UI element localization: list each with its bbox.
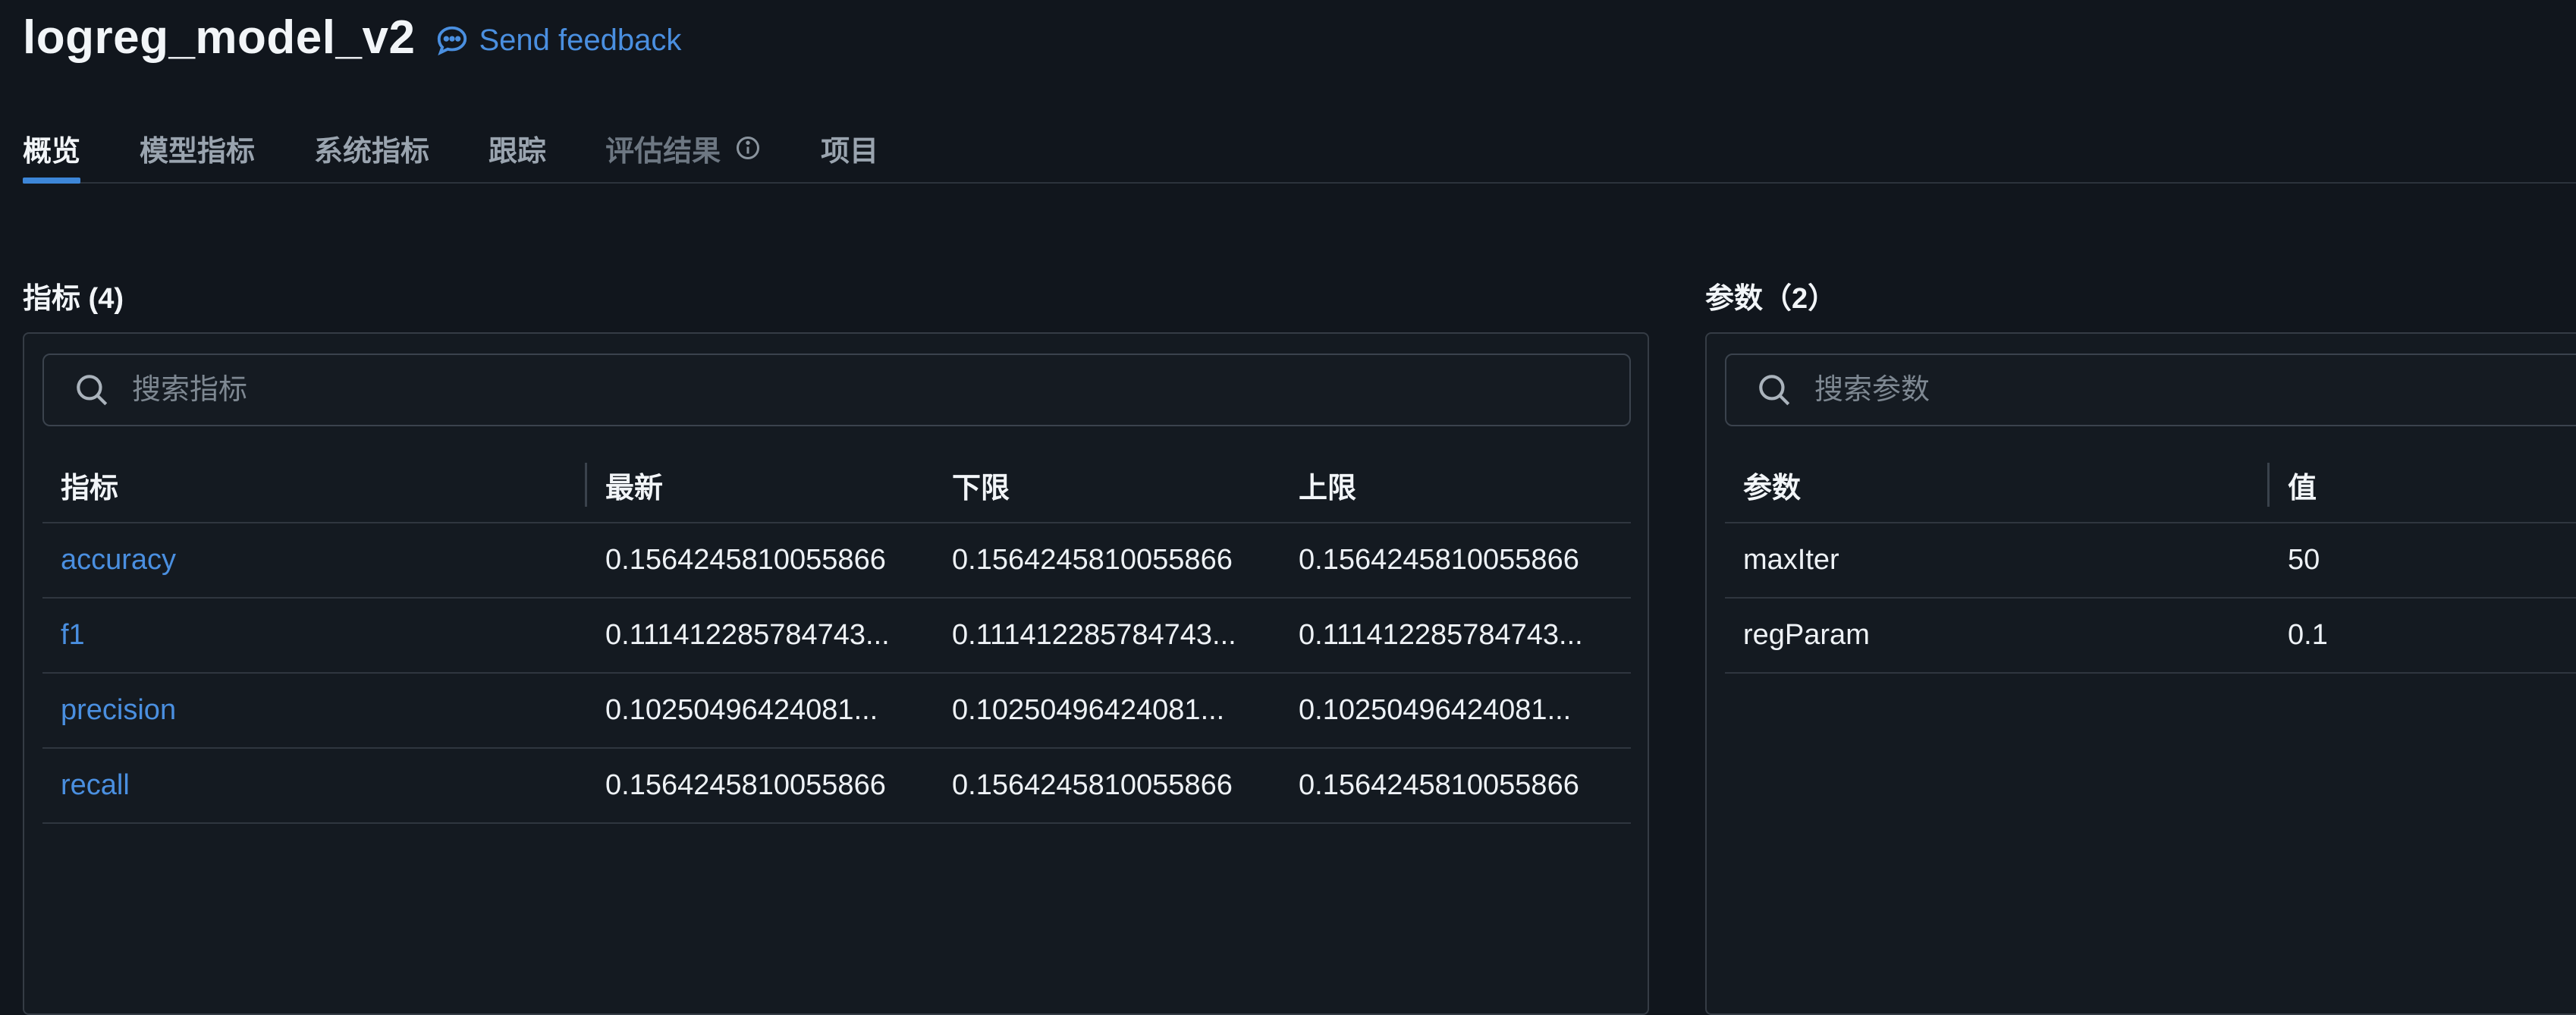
table-row: precision 0.10250496424081... 0.10250496… (42, 674, 1631, 749)
send-feedback-label: Send feedback (479, 24, 682, 57)
params-table-header: 参数 值 (1725, 448, 2576, 523)
metrics-search-input[interactable] (130, 372, 1399, 407)
params-section-title: 参数（2） (1705, 283, 1837, 315)
metric-min-value: 0.111412285784743... (952, 619, 1236, 651)
param-value: 50 (2288, 544, 2320, 576)
params-panel: 参数 值 maxIter 50 regParam 0.1 (1705, 332, 2576, 1015)
metric-max-value: 0.10250496424081... (1299, 694, 1572, 726)
metric-link-recall[interactable]: recall (42, 769, 587, 802)
table-row: regParam 0.1 (1725, 599, 2576, 674)
tab-bar: 概览 模型指标 系统指标 跟踪 评估结果 项目 (23, 114, 2576, 184)
metric-latest-value: 0.1564245810055866 (605, 544, 886, 576)
search-icon (77, 375, 108, 406)
metric-min-value: 0.1564245810055866 (952, 544, 1233, 576)
page-header: logreg_model_v2 Send feedback (23, 11, 681, 64)
search-icon (1759, 375, 1790, 406)
table-row: f1 0.111412285784743... 0.11141228578474… (42, 599, 1631, 674)
tab-overview[interactable]: 概览 (23, 114, 81, 184)
metric-min-value: 0.1564245810055866 (952, 769, 1233, 801)
chat-bubble-icon (438, 26, 467, 55)
metric-link-precision[interactable]: precision (42, 694, 587, 727)
metric-max-value: 0.111412285784743... (1299, 619, 1583, 651)
metric-min-value: 0.10250496424081... (952, 694, 1225, 726)
table-row: accuracy 0.1564245810055866 0.1564245810… (42, 523, 1631, 599)
column-header-min[interactable]: 下限 (934, 448, 1280, 522)
metrics-search-box[interactable] (42, 354, 1631, 426)
tab-model-metrics[interactable]: 模型指标 (140, 114, 255, 182)
metric-link-accuracy[interactable]: accuracy (42, 544, 587, 577)
param-name: regParam (1743, 619, 1870, 651)
params-search-box[interactable] (1725, 354, 2576, 426)
metrics-section-title: 指标 (4) (23, 283, 124, 315)
params-search-input[interactable] (1813, 372, 2539, 407)
metric-latest-value: 0.111412285784743... (605, 619, 890, 651)
metrics-panel: 指标 最新 下限 上限 accuracy 0.1564245810055866 … (23, 332, 1649, 1015)
metrics-table-header: 指标 最新 下限 上限 (42, 448, 1631, 523)
page-title: logreg_model_v2 (23, 11, 416, 64)
column-header-metric[interactable]: 指标 (42, 464, 118, 506)
info-icon[interactable] (734, 134, 762, 162)
params-table: 参数 值 maxIter 50 regParam 0.1 (1725, 448, 2576, 674)
metric-link-f1[interactable]: f1 (42, 619, 587, 652)
tab-system-metrics[interactable]: 系统指标 (314, 114, 429, 182)
param-value: 0.1 (2288, 619, 2328, 651)
metrics-table: 指标 最新 下限 上限 accuracy 0.1564245810055866 … (42, 448, 1631, 824)
tab-evaluation-results: 评估结果 (605, 114, 762, 182)
column-header-max[interactable]: 上限 (1280, 448, 1631, 522)
metric-latest-value: 0.1564245810055866 (605, 769, 886, 801)
send-feedback-link[interactable]: Send feedback (435, 24, 681, 58)
column-header-value[interactable]: 值 (2270, 448, 2573, 522)
metric-latest-value: 0.10250496424081... (605, 694, 878, 726)
column-header-latest[interactable]: 最新 (587, 448, 934, 522)
metric-max-value: 0.1564245810055866 (1299, 769, 1579, 801)
metric-max-value: 0.1564245810055866 (1299, 544, 1579, 576)
table-row: recall 0.1564245810055866 0.156424581005… (42, 749, 1631, 824)
column-header-param[interactable]: 参数 (1725, 464, 1801, 506)
param-name: maxIter (1743, 544, 1839, 576)
table-row: maxIter 50 (1725, 523, 2576, 599)
tab-traces[interactable]: 跟踪 (488, 114, 546, 182)
tab-project[interactable]: 项目 (821, 114, 878, 182)
